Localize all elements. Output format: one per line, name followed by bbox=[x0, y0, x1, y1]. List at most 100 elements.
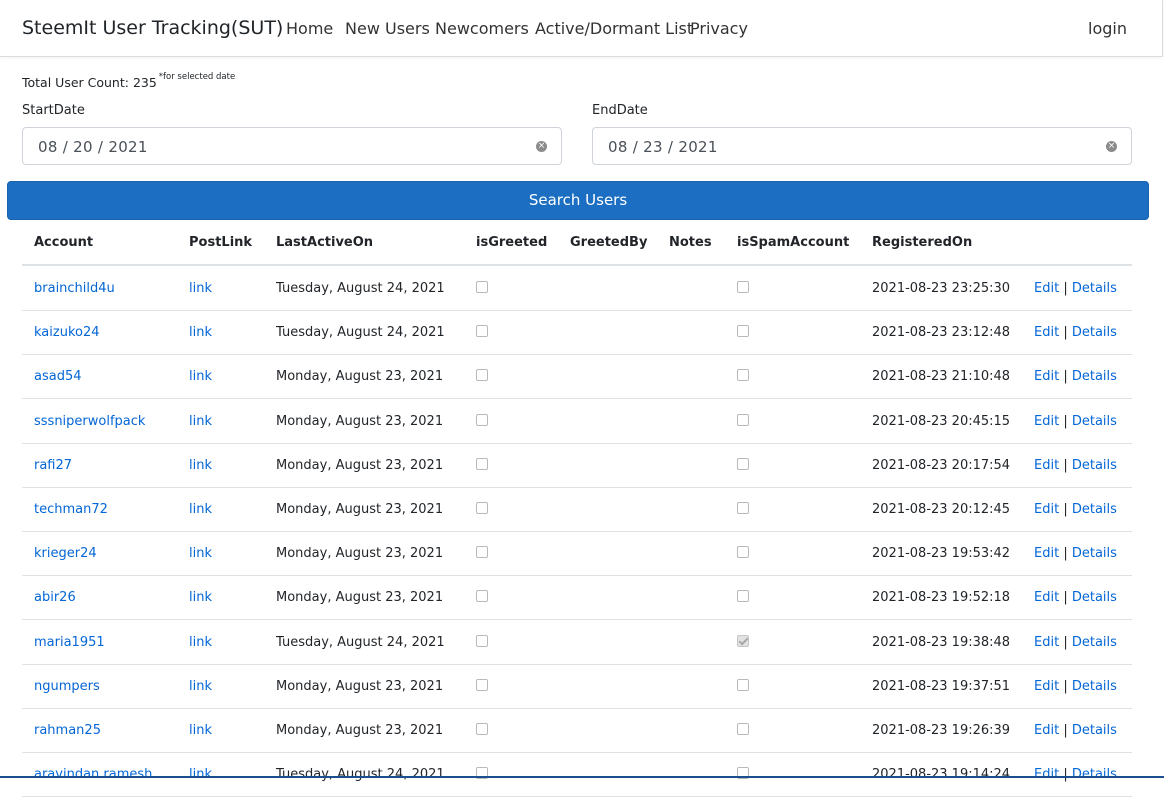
post-link[interactable]: link bbox=[189, 369, 212, 384]
is-spam-checkbox[interactable] bbox=[737, 723, 749, 735]
nav-active-dormant-link[interactable]: Active/Dormant List bbox=[535, 19, 693, 38]
is-spam-checkbox[interactable] bbox=[737, 325, 749, 337]
action-separator: | bbox=[1063, 546, 1068, 561]
last-active-date: Monday, August 23, 2021 bbox=[276, 679, 444, 694]
post-link[interactable]: link bbox=[189, 679, 212, 694]
edit-link[interactable]: Edit bbox=[1034, 679, 1059, 694]
last-active-date: Monday, August 23, 2021 bbox=[276, 369, 444, 384]
details-link[interactable]: Details bbox=[1072, 635, 1117, 650]
is-greeted-checkbox[interactable] bbox=[476, 546, 488, 558]
is-greeted-checkbox[interactable] bbox=[476, 369, 488, 381]
is-spam-checkbox[interactable] bbox=[737, 369, 749, 381]
account-link[interactable]: aravindan.ramesh bbox=[34, 767, 152, 782]
edit-link[interactable]: Edit bbox=[1034, 281, 1059, 296]
header-registered-on: RegisteredOn bbox=[872, 235, 973, 250]
is-greeted-checkbox[interactable] bbox=[476, 414, 488, 426]
search-users-button[interactable]: Search Users bbox=[7, 181, 1149, 220]
is-spam-checkbox[interactable] bbox=[737, 502, 749, 514]
account-link[interactable]: rafi27 bbox=[34, 458, 72, 473]
row-actions: Edit | Details bbox=[1034, 281, 1117, 296]
is-greeted-checkbox[interactable] bbox=[476, 635, 488, 647]
action-separator: | bbox=[1063, 458, 1068, 473]
registered-on-date: 2021-08-23 20:12:45 bbox=[872, 502, 1011, 517]
clear-icon[interactable]: × bbox=[1106, 141, 1117, 152]
end-date-input[interactable]: 08 / 23 / 2021 × bbox=[592, 127, 1132, 165]
details-link[interactable]: Details bbox=[1072, 325, 1117, 340]
details-link[interactable]: Details bbox=[1072, 414, 1117, 429]
post-link[interactable]: link bbox=[189, 590, 212, 605]
edit-link[interactable]: Edit bbox=[1034, 590, 1059, 605]
post-link[interactable]: link bbox=[189, 635, 212, 650]
table-row: maria1951 link Tuesday, August 24, 2021 202… bbox=[22, 620, 1132, 665]
post-link[interactable]: link bbox=[189, 546, 212, 561]
is-greeted-checkbox[interactable] bbox=[476, 723, 488, 735]
row-actions: Edit | Details bbox=[1034, 414, 1117, 429]
account-link[interactable]: maria1951 bbox=[34, 635, 105, 650]
account-link[interactable]: asad54 bbox=[34, 369, 82, 384]
post-link[interactable]: link bbox=[189, 458, 212, 473]
post-link[interactable]: link bbox=[189, 281, 212, 296]
edit-link[interactable]: Edit bbox=[1034, 325, 1059, 340]
account-link[interactable]: abir26 bbox=[34, 590, 76, 605]
account-link[interactable]: krieger24 bbox=[34, 546, 97, 561]
is-spam-checkbox[interactable] bbox=[737, 546, 749, 558]
edit-link[interactable]: Edit bbox=[1034, 414, 1059, 429]
is-spam-checkbox[interactable] bbox=[737, 458, 749, 470]
nav-home-link[interactable]: Home bbox=[286, 19, 333, 38]
edit-link[interactable]: Edit bbox=[1034, 546, 1059, 561]
account-link[interactable]: rahman25 bbox=[34, 723, 101, 738]
login-link[interactable]: login bbox=[1088, 19, 1127, 38]
nav-newcomers-link[interactable]: Newcomers bbox=[435, 19, 529, 38]
details-link[interactable]: Details bbox=[1072, 458, 1117, 473]
account-link[interactable]: techman72 bbox=[34, 502, 108, 517]
table-row: techman72 link Monday, August 23, 2021 2021… bbox=[22, 487, 1132, 532]
post-link[interactable]: link bbox=[189, 414, 212, 429]
is-greeted-checkbox[interactable] bbox=[476, 458, 488, 470]
account-link[interactable]: kaizuko24 bbox=[34, 325, 100, 340]
edit-link[interactable]: Edit bbox=[1034, 502, 1059, 517]
is-greeted-checkbox[interactable] bbox=[476, 590, 488, 602]
is-spam-checkbox[interactable] bbox=[737, 590, 749, 602]
post-link[interactable]: link bbox=[189, 502, 212, 517]
is-greeted-checkbox[interactable] bbox=[476, 325, 488, 337]
details-link[interactable]: Details bbox=[1072, 590, 1117, 605]
edit-link[interactable]: Edit bbox=[1034, 458, 1059, 473]
details-link[interactable]: Details bbox=[1072, 679, 1117, 694]
details-link[interactable]: Details bbox=[1072, 723, 1117, 738]
post-link[interactable]: link bbox=[189, 325, 212, 340]
last-active-date: Tuesday, August 24, 2021 bbox=[276, 325, 445, 340]
brand-title[interactable]: SteemIt User Tracking(SUT) bbox=[22, 17, 283, 39]
is-spam-checkbox[interactable] bbox=[737, 679, 749, 691]
action-separator: | bbox=[1063, 723, 1068, 738]
start-date-label: StartDate bbox=[22, 103, 85, 118]
is-spam-checkbox[interactable] bbox=[737, 635, 749, 647]
nav-new-users-link[interactable]: New Users bbox=[345, 19, 430, 38]
edit-link[interactable]: Edit bbox=[1034, 723, 1059, 738]
account-link[interactable]: sssniperwolfpack bbox=[34, 414, 145, 429]
clear-icon[interactable]: × bbox=[536, 141, 547, 152]
details-link[interactable]: Details bbox=[1072, 281, 1117, 296]
edit-link[interactable]: Edit bbox=[1034, 767, 1059, 782]
account-link[interactable]: brainchild4u bbox=[34, 281, 115, 296]
post-link[interactable]: link bbox=[189, 767, 212, 782]
is-greeted-checkbox[interactable] bbox=[476, 502, 488, 514]
details-link[interactable]: Details bbox=[1072, 369, 1117, 384]
start-date-input[interactable]: 08 / 20 / 2021 × bbox=[22, 127, 562, 165]
row-actions: Edit | Details bbox=[1034, 369, 1117, 384]
is-greeted-checkbox[interactable] bbox=[476, 679, 488, 691]
details-link[interactable]: Details bbox=[1072, 546, 1117, 561]
table-row: kaizuko24 link Tuesday, August 24, 2021 202… bbox=[22, 310, 1132, 355]
nav-privacy-link[interactable]: Privacy bbox=[690, 19, 748, 38]
edit-link[interactable]: Edit bbox=[1034, 635, 1059, 650]
action-separator: | bbox=[1063, 767, 1068, 782]
row-actions: Edit | Details bbox=[1034, 502, 1117, 517]
post-link[interactable]: link bbox=[189, 723, 212, 738]
is-spam-checkbox[interactable] bbox=[737, 414, 749, 426]
account-link[interactable]: ngumpers bbox=[34, 679, 100, 694]
action-separator: | bbox=[1063, 502, 1068, 517]
details-link[interactable]: Details bbox=[1072, 767, 1117, 782]
is-greeted-checkbox[interactable] bbox=[476, 281, 488, 293]
details-link[interactable]: Details bbox=[1072, 502, 1117, 517]
is-spam-checkbox[interactable] bbox=[737, 281, 749, 293]
edit-link[interactable]: Edit bbox=[1034, 369, 1059, 384]
